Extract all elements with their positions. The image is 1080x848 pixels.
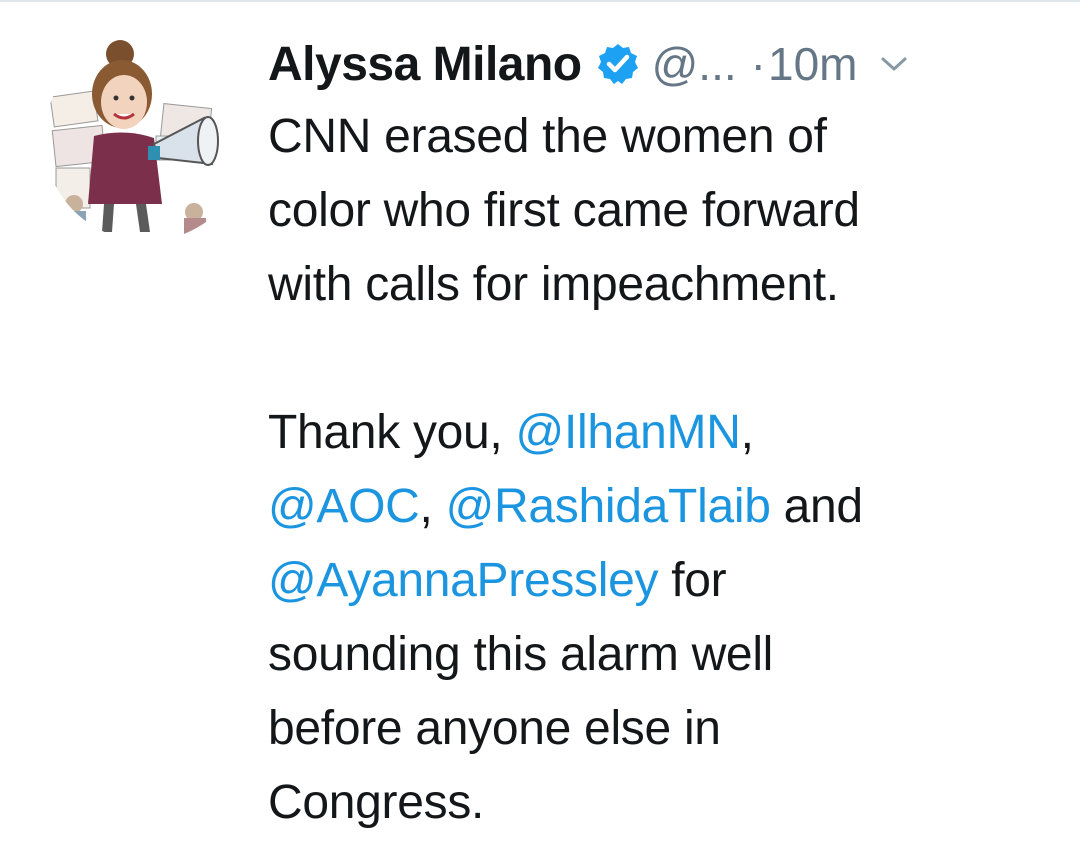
- separator-dot: ·: [750, 38, 766, 90]
- display-name[interactable]: Alyssa Milano: [268, 37, 582, 92]
- text-segment: for: [658, 554, 727, 607]
- mention-ilhanmn[interactable]: @IlhanMN: [516, 406, 741, 459]
- verified-badge-icon: [597, 44, 638, 84]
- text-line: with calls for impeachment.: [268, 258, 839, 311]
- mention-ayannapressley[interactable]: @AyannaPressley: [268, 554, 659, 607]
- text-line: Thank you, @IlhanMN,: [268, 396, 1058, 470]
- handle[interactable]: @...: [652, 37, 737, 91]
- text-segment: ,: [740, 406, 754, 459]
- mention-rashidatlaib[interactable]: @RashidaTlaib: [446, 480, 771, 533]
- text-segment: Thank you,: [268, 406, 516, 459]
- text-line: @AyannaPressley for: [268, 544, 1058, 618]
- text-line: before anyone else in: [268, 702, 721, 755]
- text-line: sounding this alarm well: [268, 628, 774, 681]
- mention-aoc[interactable]: @AOC: [268, 480, 420, 533]
- tweet-header: Alyssa Milano @... · 10m: [268, 34, 909, 94]
- paragraph-break: [268, 322, 1058, 396]
- chevron-down-icon[interactable]: [879, 54, 909, 74]
- text-line: Congress.: [268, 776, 485, 829]
- avatar[interactable]: [44, 36, 249, 241]
- text-line: color who first came forward: [268, 184, 860, 237]
- text-line: @AOC, @RashidaTlaib and: [268, 470, 1058, 544]
- text-segment: ,: [419, 480, 446, 533]
- text-segment: and: [770, 480, 864, 533]
- avatar-illustration: [49, 40, 219, 238]
- top-divider: [0, 0, 1080, 2]
- text-line: CNN erased the women of: [268, 110, 827, 163]
- timestamp[interactable]: 10m: [768, 37, 857, 91]
- tweet-text: CNN erased the women of color who first …: [268, 100, 1058, 840]
